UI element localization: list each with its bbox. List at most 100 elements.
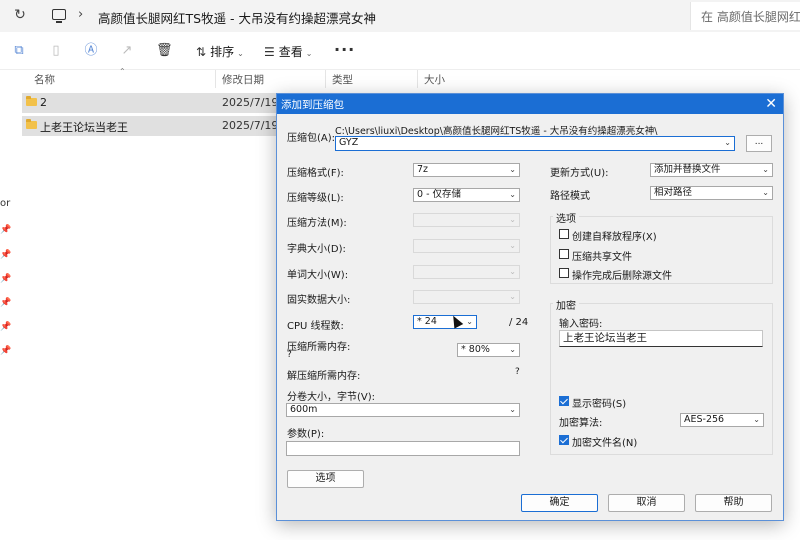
level-select[interactable]: 0 - 仅存储 ⌄ bbox=[413, 188, 520, 202]
column-header-type[interactable]: 类型 bbox=[332, 72, 353, 87]
format-label: 压缩格式(F): bbox=[287, 168, 344, 179]
cpu-threads-max: / 24 bbox=[509, 317, 529, 328]
refresh-icon[interactable]: ↻ bbox=[12, 7, 28, 23]
pin-icon: 📌 bbox=[0, 322, 12, 332]
params-input[interactable] bbox=[286, 441, 520, 456]
file-row[interactable]: 上老王论坛当老王 2025/7/19 1 bbox=[22, 116, 289, 136]
encryption-method-select[interactable]: AES-256 ⌄ bbox=[680, 413, 764, 427]
level-label: 压缩等级(L): bbox=[287, 193, 344, 204]
chevron-down-icon: ⌄ bbox=[509, 292, 516, 301]
chevron-down-icon: ⌄ bbox=[762, 165, 769, 174]
shared-files-label[interactable]: 压缩共享文件 bbox=[572, 248, 632, 263]
folder-icon bbox=[26, 119, 37, 129]
address-path[interactable]: 高颜值长腿网红TS牧遥 - 大吊没有约操超漂亮女神 bbox=[98, 8, 376, 27]
archive-name-combo[interactable]: GYZ ⌄ bbox=[335, 136, 735, 151]
show-password-label[interactable]: 显示密码(S) bbox=[572, 395, 626, 410]
help-button[interactable]: 帮助 bbox=[695, 494, 772, 512]
password-label: 输入密码: bbox=[559, 319, 603, 330]
word-select: ⌄ bbox=[413, 265, 520, 279]
close-icon[interactable]: ✕ bbox=[765, 95, 777, 113]
pin-icon: 📌 bbox=[0, 225, 12, 235]
format-select[interactable]: 7z ⌄ bbox=[413, 163, 520, 177]
chevron-down-icon: ⌄ bbox=[509, 405, 516, 414]
chevron-down-icon: ⌄ bbox=[753, 415, 760, 424]
view-icon: ☰ bbox=[264, 45, 275, 59]
password-input[interactable]: 上老王论坛当老王 bbox=[559, 330, 763, 347]
share-icon[interactable]: ↗ bbox=[119, 43, 135, 59]
file-name: 2 bbox=[40, 96, 47, 109]
dict-label: 字典大小(D): bbox=[287, 244, 346, 255]
address-box[interactable]: › 高颜值长腿网红TS牧遥 - 大吊没有约操超漂亮女神 › bbox=[42, 2, 682, 30]
compress-memory-value: ? bbox=[287, 350, 292, 360]
pin-icon: 📌 bbox=[0, 346, 12, 356]
encrypt-filenames-label[interactable]: 加密文件名(N) bbox=[572, 434, 637, 449]
delete-after-checkbox[interactable] bbox=[559, 268, 569, 278]
word-label: 单词大小(W): bbox=[287, 270, 349, 281]
pin-icon: 📌 bbox=[0, 298, 12, 308]
nav-item-partial[interactable]: or bbox=[0, 198, 10, 209]
create-sfx-label[interactable]: 创建自释放程序(X) bbox=[572, 228, 657, 243]
pin-icon: 📌 bbox=[0, 250, 12, 260]
path-mode-select[interactable]: 相对路径 ⌄ bbox=[650, 186, 773, 200]
chevron-right-icon[interactable]: › bbox=[346, 7, 351, 22]
view-button[interactable]: ☰ 查看 ⌄ bbox=[264, 43, 312, 60]
solid-select: ⌄ bbox=[413, 290, 520, 304]
column-headers: ⌃ 名称 修改日期 类型 大小 bbox=[22, 67, 482, 88]
browse-button[interactable]: ... bbox=[746, 135, 772, 152]
dialog-title-bar[interactable]: 添加到压缩包 ✕ bbox=[277, 94, 783, 114]
options-button[interactable]: 选项 bbox=[287, 470, 364, 488]
dict-select: ⌄ bbox=[413, 239, 520, 253]
cpu-threads-select[interactable]: * 24 ⌄ bbox=[413, 315, 477, 329]
shared-files-checkbox[interactable] bbox=[559, 249, 569, 259]
chevron-down-icon: ⌄ bbox=[237, 49, 244, 58]
chevron-down-icon: ⌄ bbox=[509, 267, 516, 276]
copy-icon[interactable]: ⧉ bbox=[11, 43, 27, 59]
show-password-checkbox[interactable] bbox=[559, 396, 569, 406]
cancel-button[interactable]: 取消 bbox=[608, 494, 685, 512]
decompress-memory-label: 解压缩所需内存: bbox=[287, 371, 361, 382]
options-group-title: 选项 bbox=[553, 210, 579, 225]
encrypt-filenames-checkbox[interactable] bbox=[559, 435, 569, 445]
sort-ascending-icon: ⌃ bbox=[119, 67, 126, 76]
sort-button[interactable]: ⇅ 排序 ⌄ bbox=[196, 43, 244, 60]
add-to-archive-dialog: 添加到压缩包 ✕ 压缩包(A): C:\Users\liuxi\Desktop\… bbox=[276, 93, 784, 521]
column-header-size[interactable]: 大小 bbox=[424, 72, 445, 87]
navigation-pane: or 📌 📌 📌 📌 📌 📌 bbox=[0, 70, 12, 540]
delete-after-label[interactable]: 操作完成后删除源文件 bbox=[572, 267, 672, 282]
file-name: 上老王论坛当老王 bbox=[40, 121, 128, 134]
file-row[interactable]: 2 2025/7/19 1 bbox=[22, 93, 289, 113]
delete-icon[interactable]: 🗑 bbox=[156, 43, 173, 59]
memory-usage-select[interactable]: * 80% ⌄ bbox=[457, 343, 520, 357]
update-mode-select[interactable]: 添加并替换文件 ⌄ bbox=[650, 163, 773, 177]
dialog-title: 添加到压缩包 bbox=[281, 99, 344, 111]
update-mode-label: 更新方式(U): bbox=[550, 168, 609, 179]
more-options-icon[interactable]: ··· bbox=[334, 40, 355, 59]
encryption-method-label: 加密算法: bbox=[559, 418, 603, 429]
rename-icon[interactable]: Ⓐ bbox=[83, 43, 99, 59]
chevron-down-icon[interactable]: ⌄ bbox=[724, 137, 731, 149]
folder-icon bbox=[26, 96, 37, 106]
volume-size-combo[interactable]: 600m ⌄ bbox=[286, 403, 520, 417]
create-sfx-checkbox[interactable] bbox=[559, 229, 569, 239]
compress-memory-label: 压缩所需内存: bbox=[287, 342, 351, 353]
chevron-down-icon: ⌄ bbox=[466, 317, 473, 326]
column-header-date[interactable]: 修改日期 bbox=[222, 72, 264, 87]
archive-label: 压缩包(A): bbox=[287, 133, 336, 144]
method-select: ⌄ bbox=[413, 213, 520, 227]
ok-button[interactable]: 确定 bbox=[521, 494, 598, 512]
pin-icon: 📌 bbox=[0, 274, 12, 284]
method-label: 压缩方法(M): bbox=[287, 218, 347, 229]
search-input[interactable]: 在 高颜值长腿网红TS牧遥 bbox=[690, 2, 800, 30]
chevron-down-icon: ⌄ bbox=[509, 190, 516, 199]
chevron-down-icon: ⌄ bbox=[509, 345, 516, 354]
column-header-name[interactable]: 名称 bbox=[34, 72, 55, 87]
params-label: 参数(P): bbox=[287, 429, 325, 440]
search-placeholder: 在 高颜值长腿网红TS牧遥 bbox=[701, 10, 800, 24]
chevron-right-icon[interactable]: › bbox=[78, 7, 83, 22]
computer-icon bbox=[52, 9, 66, 23]
address-bar: ↻ › 高颜值长腿网红TS牧遥 - 大吊没有约操超漂亮女神 › 在 高颜值长腿网… bbox=[0, 0, 800, 32]
paste-icon[interactable]: ▯ bbox=[48, 43, 64, 59]
archive-dir: C:\Users\liuxi\Desktop\高颜值长腿网红TS牧遥 - 大吊没… bbox=[335, 126, 658, 137]
chevron-down-icon: ⌄ bbox=[305, 49, 313, 58]
volume-label: 分卷大小，字节(V): bbox=[287, 392, 376, 403]
